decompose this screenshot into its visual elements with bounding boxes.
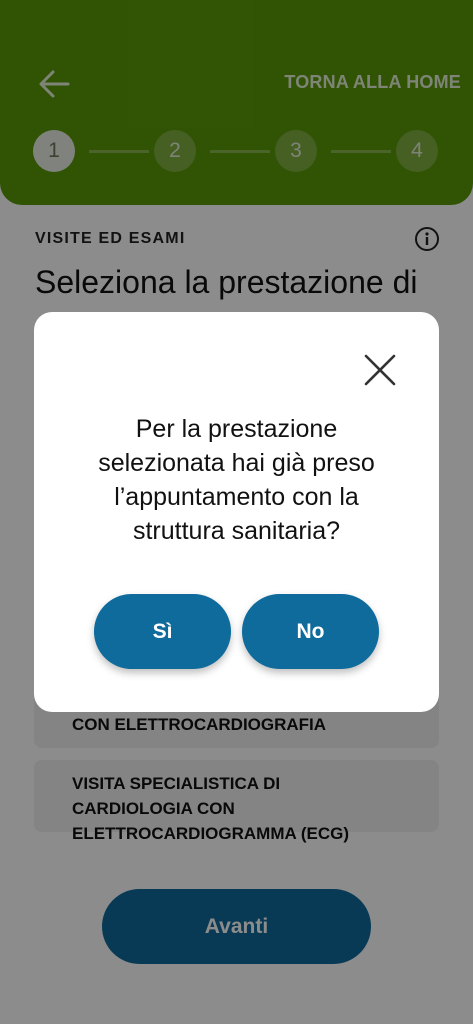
yes-button[interactable]: Sì xyxy=(94,594,231,669)
close-button[interactable] xyxy=(362,352,398,388)
close-icon xyxy=(364,354,396,386)
no-button[interactable]: No xyxy=(242,594,379,669)
dialog-question: Per la prestazione selezionata hai già p… xyxy=(98,415,375,545)
confirmation-dialog: Per la prestazione selezionata hai già p… xyxy=(34,312,439,712)
